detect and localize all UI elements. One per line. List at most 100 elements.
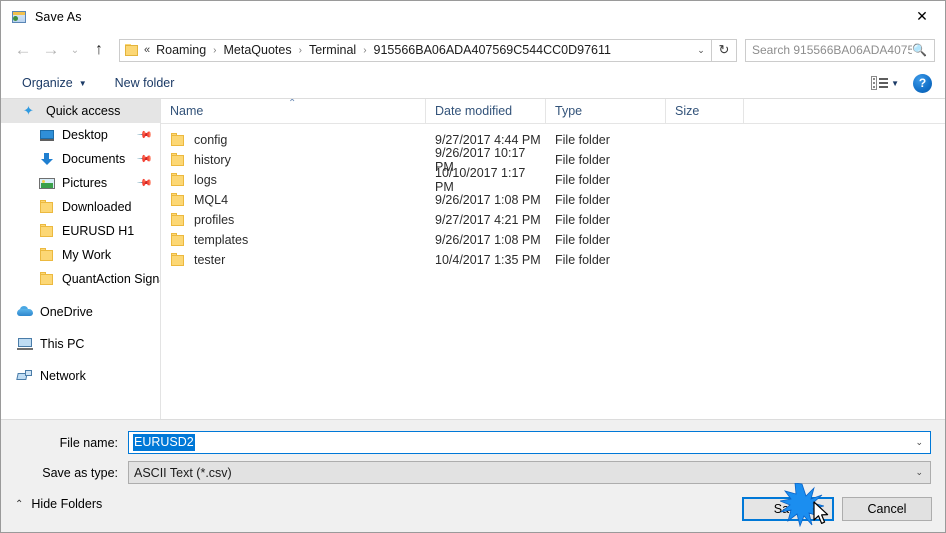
file-name-label: profiles <box>194 213 235 227</box>
file-name-cell: config <box>161 133 426 147</box>
file-name-cell: MQL4 <box>161 193 426 207</box>
column-header-date-modified[interactable]: Date modified <box>426 99 546 123</box>
sidebar-item-desktop[interactable]: Desktop 📌 <box>1 123 160 147</box>
address-bar[interactable]: « Roaming › MetaQuotes › Terminal › 9155… <box>119 38 712 62</box>
sidebar-item-eurusd-h1[interactable]: EURUSD H1 <box>1 219 160 243</box>
search-input[interactable]: Search 915566BA06ADA40756... 🔍 <box>745 38 935 62</box>
file-name-label: tester <box>194 253 226 267</box>
chevron-down-icon[interactable]: ▼ <box>891 79 899 88</box>
toolbar-right-group: ▼ ? <box>871 73 945 93</box>
sidebar-item-my-work[interactable]: My Work <box>1 243 160 267</box>
file-date-cell: 9/26/2017 1:08 PM <box>435 193 541 207</box>
table-row[interactable]: config 9/27/2017 4:44 PM File folder <box>161 130 945 150</box>
search-placeholder: Search 915566BA06ADA40756... <box>752 43 913 57</box>
column-header-label: Name <box>170 104 204 118</box>
table-row[interactable]: history 9/26/2017 10:17 PM File folder <box>161 146 945 174</box>
table-row[interactable]: MQL4 9/26/2017 1:08 PM File folder <box>161 190 945 210</box>
view-mode-icon[interactable] <box>871 76 889 90</box>
save-as-type-label: Save as type: <box>42 465 118 480</box>
column-header-row: Name ⌃ Date modified Type Size <box>161 99 945 124</box>
refresh-icon[interactable]: ↻ <box>712 38 737 62</box>
folder-icon <box>125 44 139 56</box>
folder-icon <box>170 153 186 167</box>
close-icon[interactable]: ✕ <box>899 1 945 32</box>
sidebar-item-quick-access[interactable]: ✦ Quick access <box>1 99 160 123</box>
star-icon: ✦ <box>23 103 34 118</box>
save-as-icon <box>11 9 27 25</box>
sidebar-item-label: This PC <box>40 337 85 351</box>
chevron-down-icon[interactable]: ⌄ <box>915 437 923 448</box>
file-name-cell: logs <box>161 173 426 187</box>
column-header-size[interactable]: Size <box>666 99 744 123</box>
breadcrumb-item-roaming[interactable]: Roaming <box>154 43 208 57</box>
cloud-icon <box>17 305 33 319</box>
file-date-cell: 10/10/2017 1:17 PM <box>435 166 526 194</box>
file-type-cell: File folder <box>555 193 610 207</box>
breadcrumb-item-metaquotes[interactable]: MetaQuotes <box>222 43 294 57</box>
window-title: Save As <box>35 9 82 24</box>
organize-button[interactable]: Organize ▼ <box>14 72 95 94</box>
sidebar-item-label: OneDrive <box>40 305 93 319</box>
dialog-footer: ⌃ Hide Folders Save Cancel <box>1 490 945 532</box>
navigation-pane: ✦ Quick access Desktop 📌 Documents 📌 Pic… <box>1 99 160 419</box>
pin-icon[interactable]: 📌 <box>135 175 152 192</box>
save-button[interactable]: Save <box>742 497 834 521</box>
sidebar-item-label: Quick access <box>46 104 121 118</box>
file-type-cell: File folder <box>555 213 610 227</box>
sidebar-item-label: Desktop <box>62 128 108 142</box>
forward-icon[interactable]: → <box>37 36 65 64</box>
sidebar-item-network[interactable]: Network <box>1 364 160 388</box>
pin-icon[interactable]: 📌 <box>135 127 152 144</box>
search-icon: 🔍 <box>912 43 927 57</box>
network-icon <box>16 369 33 383</box>
sidebar-item-documents[interactable]: Documents 📌 <box>1 147 160 171</box>
save-as-type-select[interactable]: ASCII Text (*.csv) ⌄ <box>128 461 931 484</box>
folder-icon <box>39 272 55 286</box>
folder-icon <box>170 213 186 227</box>
sidebar-item-pictures[interactable]: Pictures 📌 <box>1 171 160 195</box>
sidebar-item-onedrive[interactable]: OneDrive <box>1 300 160 324</box>
file-type-cell: File folder <box>555 133 610 147</box>
chevron-down-icon[interactable]: ⌄ <box>691 40 711 61</box>
sidebar-item-this-pc[interactable]: This PC <box>1 332 160 356</box>
breadcrumb-overflow-icon[interactable]: « <box>144 44 150 56</box>
sort-ascending-icon: ⌃ <box>288 99 297 109</box>
table-row[interactable]: templates 9/26/2017 1:08 PM File folder <box>161 230 945 250</box>
organize-label: Organize <box>22 76 73 90</box>
new-folder-button[interactable]: New folder <box>107 72 183 94</box>
column-header-name[interactable]: Name ⌃ <box>161 99 426 123</box>
navigation-bar: ← → ⌄ ↑ « Roaming › MetaQuotes › Termina… <box>1 32 945 68</box>
help-icon[interactable]: ? <box>913 73 932 93</box>
file-type-cell: File folder <box>555 233 610 247</box>
file-date-cell: 9/27/2017 4:21 PM <box>435 213 541 227</box>
hide-folders-button[interactable]: ⌃ Hide Folders <box>15 497 102 511</box>
chevron-down-icon[interactable]: ⌄ <box>915 467 923 478</box>
recent-locations-icon[interactable]: ⌄ <box>65 36 85 64</box>
save-form: File name: EURUSD2 ⌄ Save as type: ASCII… <box>1 420 945 490</box>
file-name-label: config <box>194 133 228 147</box>
file-list: Name ⌃ Date modified Type Size config 9/… <box>161 99 945 419</box>
file-name-label: File name: <box>59 435 118 450</box>
up-icon[interactable]: ↑ <box>85 36 113 64</box>
table-row[interactable]: tester 10/4/2017 1:35 PM File folder <box>161 250 945 270</box>
hide-folders-label: Hide Folders <box>31 497 103 511</box>
column-header-type[interactable]: Type <box>546 99 666 123</box>
breadcrumb-item-terminal-id[interactable]: 915566BA06ADA407569C544CC0D97611 <box>372 43 613 57</box>
file-name-input[interactable]: EURUSD2 ⌄ <box>128 431 931 454</box>
back-icon[interactable]: ← <box>9 36 37 64</box>
breadcrumb-item-terminal[interactable]: Terminal <box>307 43 358 57</box>
save-as-type-value: ASCII Text (*.csv) <box>134 465 232 480</box>
save-as-dialog: Save As ✕ ← → ⌄ ↑ « Roaming › MetaQuotes… <box>0 0 946 533</box>
cancel-button[interactable]: Cancel <box>842 497 932 521</box>
sidebar-item-downloaded[interactable]: Downloaded <box>1 195 160 219</box>
pin-icon[interactable]: 📌 <box>135 151 152 168</box>
sidebar-item-label: Network <box>40 369 86 383</box>
picture-icon <box>39 176 55 190</box>
sidebar-item-quantaction-signal[interactable]: QuantAction Signal <box>1 267 160 291</box>
pc-icon <box>17 337 33 351</box>
table-row[interactable]: logs 10/10/2017 1:17 PM File folder <box>161 166 945 194</box>
table-row[interactable]: profiles 9/27/2017 4:21 PM File folder <box>161 210 945 230</box>
file-date-cell: 9/26/2017 1:08 PM <box>435 233 541 247</box>
monitor-icon <box>39 128 55 142</box>
file-type-cell: File folder <box>555 153 610 167</box>
